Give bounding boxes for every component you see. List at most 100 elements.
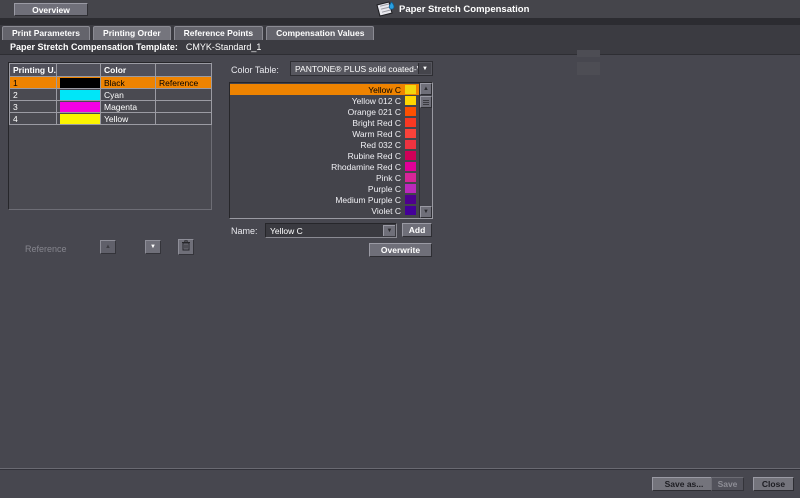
tab-bar: Print ParametersPrinting OrderReference … [0, 25, 800, 40]
move-up-button[interactable]: ▲ [100, 240, 116, 254]
printing-units-panel: Printing U... Color 1 Black Reference 2 C… [8, 62, 212, 210]
color-swatch [60, 102, 100, 112]
color-swatch [405, 96, 416, 105]
color-swatch [405, 107, 416, 116]
color-list-scrollbar[interactable]: ▲ ▼ [419, 83, 432, 218]
scrollbar-thumb[interactable] [420, 96, 432, 108]
tab-reference-points[interactable]: Reference Points [174, 26, 263, 40]
move-down-button[interactable]: ▼ [145, 240, 161, 254]
list-item[interactable]: Violet C [230, 205, 419, 216]
add-button[interactable]: Add [402, 223, 432, 237]
close-button[interactable]: Close [753, 477, 794, 491]
note-cell [156, 101, 212, 113]
name-label: Name: [231, 226, 258, 236]
unit-cell: 2 [10, 89, 57, 101]
color-cell: Black [101, 77, 156, 89]
column-header: Printing U... [10, 64, 57, 77]
page-title: Paper Stretch Compensation [399, 4, 529, 15]
overwrite-button[interactable]: Overwrite [369, 243, 432, 257]
color-list: Yellow C Yellow 012 C Orange 021 C Brigh… [229, 82, 433, 219]
list-item[interactable]: Yellow 012 C [230, 95, 419, 106]
color-name: Rubine Red C [348, 151, 401, 161]
color-swatch [60, 90, 100, 100]
color-name: Red 032 C [360, 140, 401, 150]
color-name: Medium Purple C [335, 195, 401, 205]
color-table-select[interactable]: PANTONE® PLUS solid coated-V2 ▼ [290, 61, 433, 76]
swatch-cell [57, 89, 101, 101]
table-row[interactable]: 1 Black Reference [10, 77, 212, 89]
list-item[interactable]: Warm Red C [230, 128, 419, 139]
color-cell: Yellow [101, 113, 156, 125]
column-header: Color [101, 64, 156, 77]
list-item[interactable]: Yellow C [230, 84, 419, 95]
tab-printing-order[interactable]: Printing Order [93, 26, 171, 40]
reference-label: Reference [25, 244, 67, 254]
tab-print-parameters[interactable]: Print Parameters [2, 26, 90, 40]
color-list-rows: Yellow C Yellow 012 C Orange 021 C Brigh… [230, 84, 419, 216]
color-name: Rhodamine Red C [331, 162, 401, 172]
template-row: Paper Stretch Compensation Template: CMY… [0, 40, 800, 55]
color-swatch [60, 114, 100, 124]
overview-button[interactable]: Overview [14, 3, 88, 16]
title-bar: Overview Paper Stretch Compensation [0, 0, 800, 18]
table-row[interactable]: 3 Magenta [10, 101, 212, 113]
unit-cell: 1 [10, 77, 57, 89]
color-swatch [405, 206, 416, 215]
paper-stretch-icon [374, 1, 395, 17]
color-table-selected-value: PANTONE® PLUS solid coated-V2 [295, 64, 427, 74]
color-cell: Cyan [101, 89, 156, 101]
color-name: Yellow C [368, 85, 401, 95]
tab-compensation-values[interactable]: Compensation Values [266, 26, 374, 40]
template-value: CMYK-Standard_1 [186, 42, 262, 52]
color-name: Violet C [371, 206, 401, 216]
list-item[interactable]: Rubine Red C [230, 150, 419, 161]
color-name: Pink C [376, 173, 401, 183]
printing-units-body: 1 Black Reference 2 Cyan 3 Magenta 4 Yel… [10, 77, 212, 125]
color-swatch [405, 85, 416, 94]
column-header [156, 64, 212, 77]
color-name: Orange 021 C [348, 107, 401, 117]
swatch-cell [57, 101, 101, 113]
color-name: Bright Red C [352, 118, 401, 128]
list-item[interactable]: Rhodamine Red C [230, 161, 419, 172]
column-header [57, 64, 101, 77]
color-table-label: Color Table: [231, 65, 279, 75]
chevron-down-icon[interactable]: ▼ [383, 225, 395, 236]
footer-divider-shadow [0, 469, 800, 470]
panel-artifact [577, 50, 600, 57]
color-name: Purple C [368, 184, 401, 194]
unit-cell: 4 [10, 113, 57, 125]
color-swatch [405, 195, 416, 204]
color-swatch [405, 184, 416, 193]
save-button[interactable]: Save [711, 477, 744, 491]
table-row[interactable]: 2 Cyan [10, 89, 212, 101]
save-as-button[interactable]: Save as... [652, 477, 716, 491]
note-cell [156, 113, 212, 125]
list-item[interactable]: Bright Red C [230, 117, 419, 128]
template-label: Paper Stretch Compensation Template: [10, 42, 178, 52]
color-name: Yellow 012 C [352, 96, 401, 106]
list-item[interactable]: Orange 021 C [230, 106, 419, 117]
color-cell: Magenta [101, 101, 156, 113]
list-item[interactable]: Purple C [230, 183, 419, 194]
color-swatch [405, 151, 416, 160]
color-swatch [405, 162, 416, 171]
list-item[interactable]: Red 032 C [230, 139, 419, 150]
swatch-cell [57, 77, 101, 89]
scroll-down-icon[interactable]: ▼ [420, 206, 432, 218]
panel-artifact [577, 62, 600, 75]
trash-icon [181, 238, 191, 256]
name-combobox[interactable]: Yellow C ▼ [265, 223, 397, 238]
color-swatch [60, 78, 100, 88]
name-value: Yellow C [270, 226, 303, 236]
list-item[interactable]: Pink C [230, 172, 419, 183]
color-swatch [405, 118, 416, 127]
chevron-down-icon[interactable]: ▼ [418, 63, 431, 74]
header-divider [0, 18, 800, 25]
delete-button[interactable] [178, 239, 194, 255]
scroll-up-icon[interactable]: ▲ [420, 83, 432, 95]
table-row[interactable]: 4 Yellow [10, 113, 212, 125]
list-item[interactable]: Medium Purple C [230, 194, 419, 205]
printing-units-header-row: Printing U... Color [10, 64, 212, 77]
up-arrow-icon: ▲ [105, 244, 111, 250]
